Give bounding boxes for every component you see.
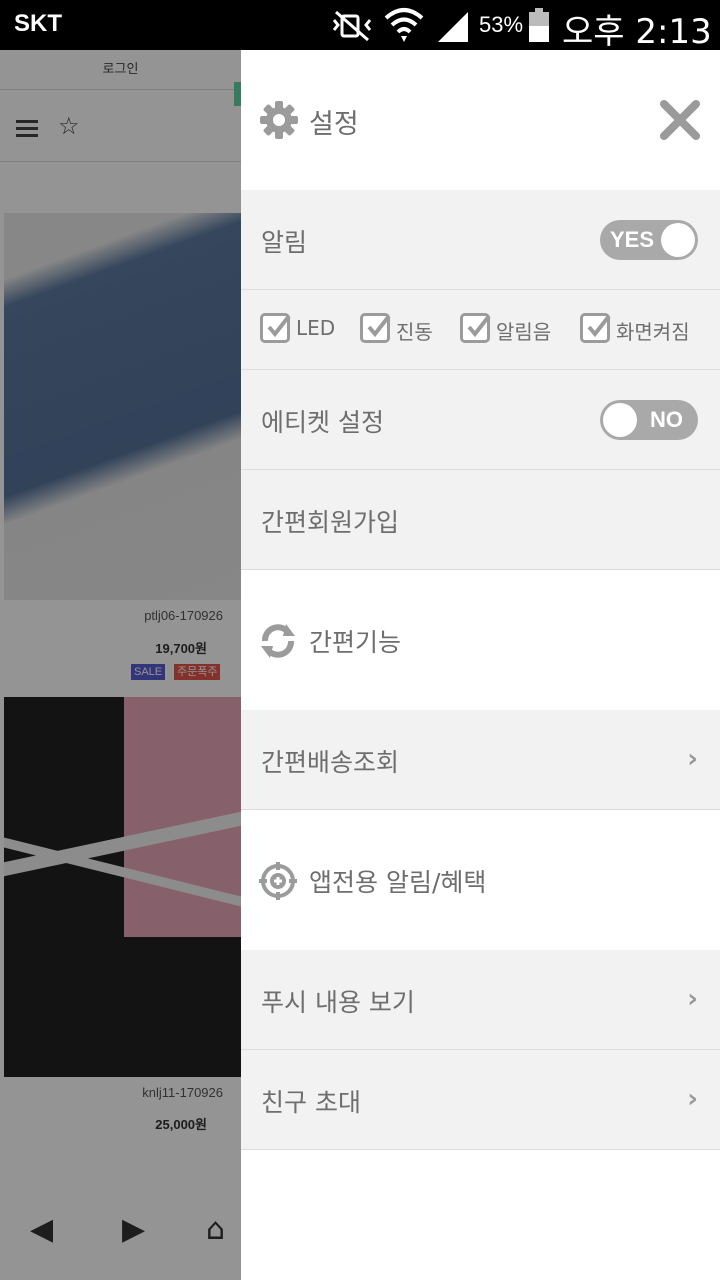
battery-icon xyxy=(528,8,550,46)
toggle-text: NO xyxy=(650,407,683,432)
chevron-right-icon: › xyxy=(687,1084,698,1114)
chevron-right-icon: › xyxy=(687,744,698,774)
signal-icon xyxy=(436,10,468,46)
dim-overlay[interactable] xyxy=(0,50,241,1280)
option-label: 화면켜짐 xyxy=(616,320,690,344)
checkbox-icon xyxy=(260,313,291,343)
etiquette-toggle[interactable]: NO xyxy=(600,400,698,440)
toggle-text: YES xyxy=(610,227,655,252)
gear-icon xyxy=(259,100,299,144)
delivery-lookup-row[interactable]: 간편배송조회 › xyxy=(241,710,720,810)
target-plus-icon xyxy=(259,862,297,904)
option-label: 진동 xyxy=(396,320,433,344)
easy-features-label: 간편기능 xyxy=(309,628,402,657)
drawer-title: 설정 xyxy=(309,109,359,140)
delivery-lookup-label: 간편배송조회 xyxy=(261,748,400,777)
checkbox-icon xyxy=(460,313,491,343)
toggle-knob xyxy=(661,223,695,257)
checkbox-icon xyxy=(580,313,611,343)
notification-row: 알림 YES xyxy=(241,190,720,290)
close-icon[interactable] xyxy=(658,98,702,146)
option-label: 알림음 xyxy=(496,320,552,344)
option-label: LED xyxy=(296,316,336,340)
chevron-right-icon: › xyxy=(687,984,698,1014)
notification-options-row: LED 진동 알림음 화면켜짐 xyxy=(241,290,720,370)
refresh-icon xyxy=(259,622,297,664)
wifi-icon xyxy=(384,6,424,48)
push-view-label: 푸시 내용 보기 xyxy=(261,988,415,1017)
checkbox-icon xyxy=(360,313,391,343)
invite-friends-row[interactable]: 친구 초대 › xyxy=(241,1050,720,1150)
clock: 오후 2:13 xyxy=(562,12,712,52)
notification-toggle[interactable]: YES xyxy=(600,220,698,260)
easy-features-header: 간편기능 xyxy=(241,570,720,710)
toggle-knob xyxy=(603,403,637,437)
vibrate-mute-icon xyxy=(330,8,374,46)
easy-signup-row[interactable]: 간편회원가입 xyxy=(241,470,720,570)
invite-friends-label: 친구 초대 xyxy=(261,1088,361,1117)
status-bar: SKT 53% 오후 2:13 xyxy=(0,0,720,52)
etiquette-label: 에티켓 설정 xyxy=(261,408,384,437)
notification-label: 알림 xyxy=(261,228,308,257)
carrier-label: SKT xyxy=(14,10,62,37)
background-page: 로그인 ☆ ptlj06-170926 19,700원 SALE 주문폭주 kn… xyxy=(0,50,241,1280)
easy-signup-label: 간편회원가입 xyxy=(261,508,400,537)
etiquette-row: 에티켓 설정 NO xyxy=(241,370,720,470)
app-benefits-header: 앱전용 알림/혜택 xyxy=(241,810,720,950)
battery-percent: 53% xyxy=(479,12,524,37)
settings-drawer: 설정 알림 YES LED 진동 알림음 화면켜짐 에티켓 설정 NO 간편회원… xyxy=(241,50,720,1280)
app-benefits-label: 앱전용 알림/혜택 xyxy=(309,868,487,897)
drawer-header: 설정 xyxy=(241,50,720,190)
push-view-row[interactable]: 푸시 내용 보기 › xyxy=(241,950,720,1050)
